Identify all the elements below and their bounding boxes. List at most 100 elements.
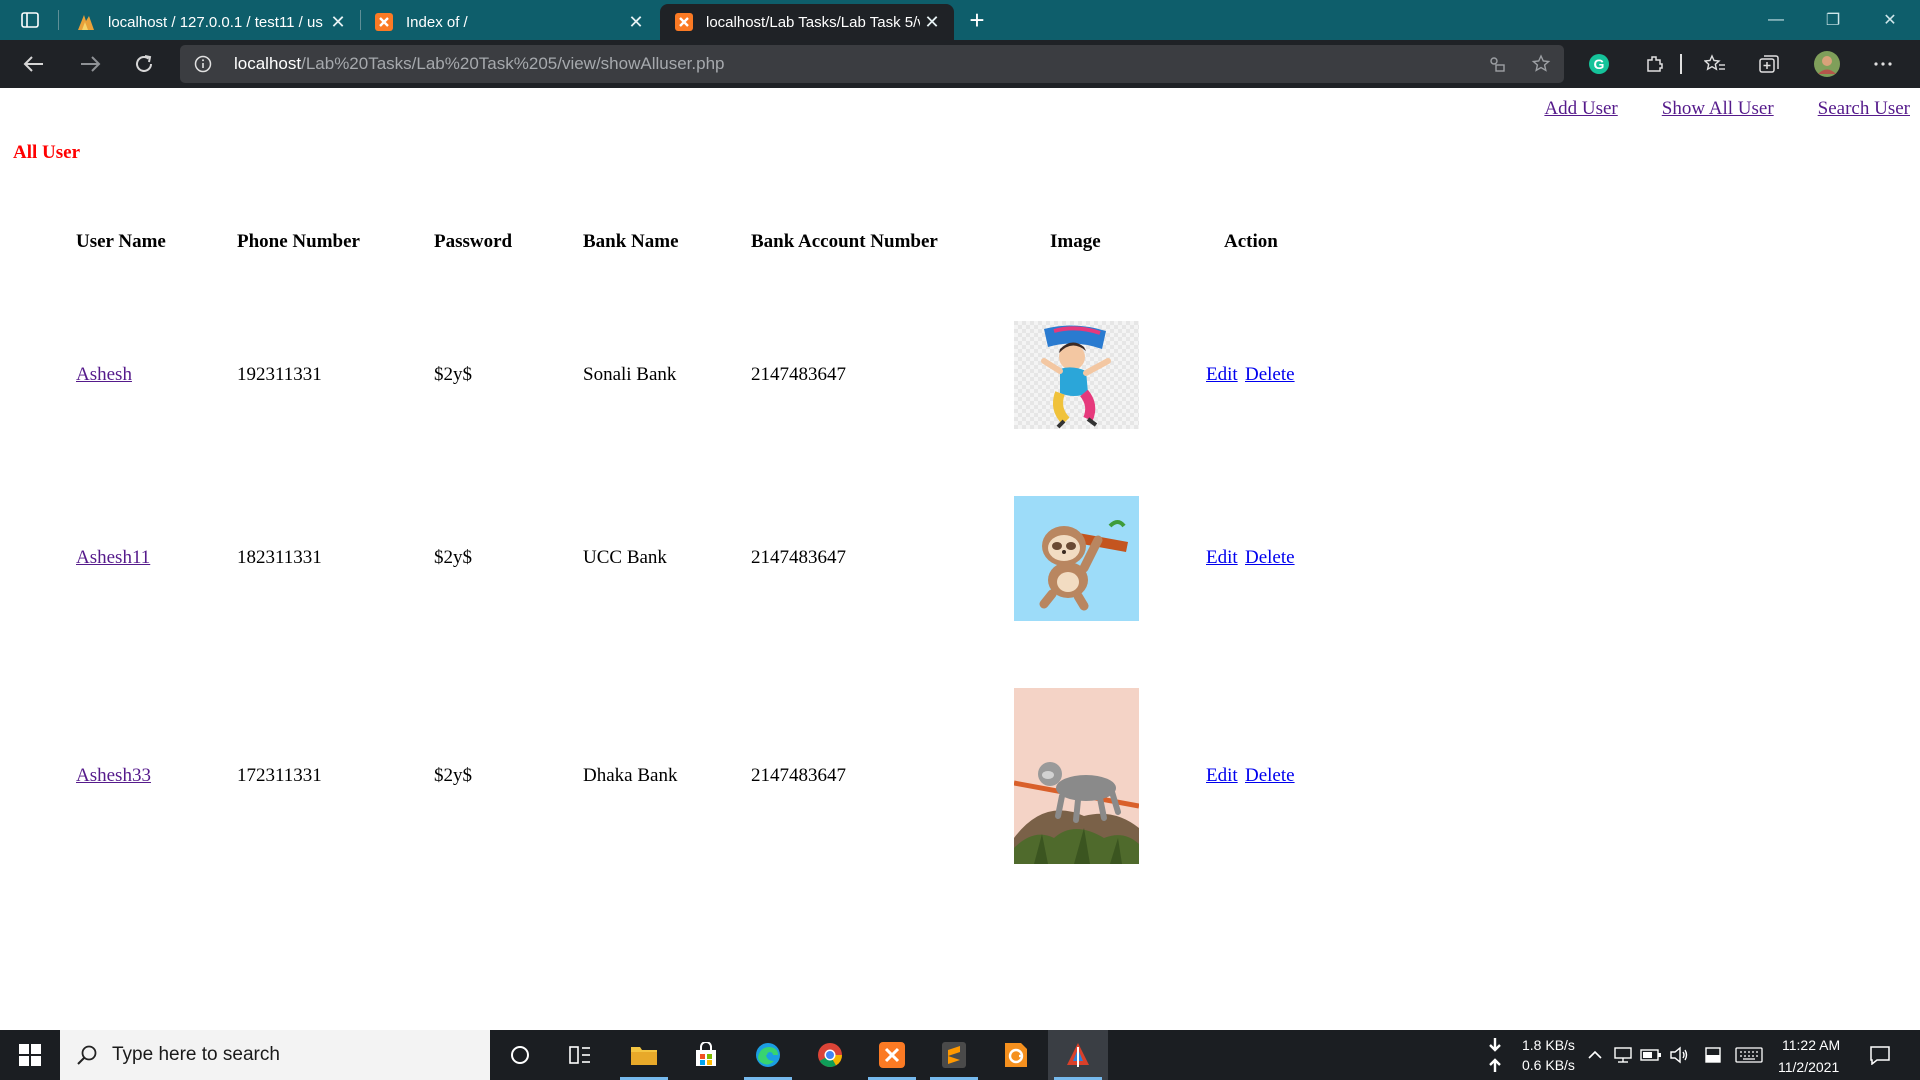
edit-link[interactable]: Edit [1206, 547, 1238, 569]
add-user-link[interactable]: Add User [1544, 98, 1617, 120]
close-window-button[interactable]: ✕ [1862, 0, 1918, 40]
sublime-text-icon [942, 1042, 966, 1068]
reading-view-icon[interactable] [1486, 54, 1508, 74]
network-icon[interactable] [1612, 1045, 1634, 1065]
edge-button[interactable] [738, 1030, 798, 1080]
column-header-account-number: Bank Account Number [751, 231, 938, 252]
collections-icon[interactable] [1756, 52, 1782, 76]
user-name-link[interactable]: Ashesh33 [76, 765, 151, 787]
pdf-app-icon [1005, 1043, 1027, 1067]
favorites-icon[interactable] [1702, 52, 1728, 76]
top-navigation: Add User Show All User Search User [1500, 98, 1910, 120]
bank-name-cell: Sonali Bank [583, 364, 677, 385]
column-header-user-name: User Name [76, 231, 166, 252]
svg-text:G: G [1594, 56, 1605, 72]
refresh-icon [136, 55, 152, 72]
phpmyadmin-icon [76, 12, 96, 32]
browser-toolbar: localhost/Lab%20Tasks/Lab%20Task%205/vie… [0, 40, 1920, 88]
bank-name-cell: Dhaka Bank [583, 765, 678, 786]
toolbar-divider [1678, 52, 1684, 76]
tab-phpmyadmin[interactable]: localhost / 127.0.0.1 / test11 / us ✕ [62, 4, 360, 40]
task-view-button[interactable] [550, 1030, 610, 1080]
close-tab-icon[interactable]: ✕ [326, 10, 350, 34]
add-favorite-icon[interactable] [1530, 54, 1552, 74]
column-header-bank-name: Bank Name [583, 231, 679, 252]
chrome-button[interactable] [800, 1030, 860, 1080]
column-header-phone: Phone Number [237, 231, 360, 252]
battery-icon[interactable] [1640, 1045, 1662, 1065]
notification-center-icon[interactable] [1868, 1045, 1892, 1065]
forward-button[interactable] [72, 48, 108, 80]
search-user-link[interactable]: Search User [1818, 98, 1910, 120]
start-button[interactable] [0, 1030, 60, 1080]
volume-icon[interactable] [1668, 1045, 1690, 1065]
download-speed: 1.8 KB/s [1522, 1037, 1575, 1053]
close-tab-icon[interactable]: ✕ [624, 10, 648, 34]
phone-number-cell: 192311331 [237, 364, 322, 385]
pdf-app-button[interactable] [986, 1030, 1046, 1080]
edge-icon [756, 1043, 780, 1067]
chrome-icon [818, 1043, 842, 1068]
xampp-control-button[interactable] [862, 1030, 922, 1080]
password-cell: $2y$ [434, 765, 472, 786]
browser-tab-bar: localhost / 127.0.0.1 / test11 / us ✕ In… [0, 0, 1920, 40]
tab-separator [58, 10, 59, 30]
minimize-button[interactable]: — [1748, 0, 1804, 40]
password-cell: $2y$ [434, 547, 472, 568]
search-placeholder: Type here to search [112, 1044, 280, 1065]
column-header-image: Image [1050, 231, 1101, 252]
phone-number-cell: 172311331 [237, 765, 322, 786]
new-tab-button[interactable]: + [960, 5, 994, 35]
store-icon [696, 1042, 716, 1066]
notes-app-icon[interactable] [1702, 1045, 1724, 1065]
site-info-icon[interactable] [194, 55, 212, 73]
sublime-text-button[interactable] [924, 1030, 984, 1080]
more-options-icon[interactable] [1870, 52, 1896, 76]
search-icon [77, 1045, 97, 1065]
profile-avatar[interactable] [1812, 51, 1842, 77]
url-text: localhost/Lab%20Tasks/Lab%20Task%205/vie… [234, 54, 725, 73]
cartoon-sloth-hanging-image [1014, 496, 1139, 621]
file-explorer-button[interactable] [614, 1030, 674, 1080]
refresh-button[interactable] [126, 48, 162, 80]
edit-link[interactable]: Edit [1206, 765, 1238, 787]
delete-link[interactable]: Delete [1245, 547, 1295, 569]
tab-title: localhost/Lab Tasks/Lab Task 5/v [706, 13, 920, 31]
keyboard-icon[interactable] [1734, 1045, 1764, 1065]
xampp-icon [879, 1042, 905, 1068]
cortana-button[interactable] [490, 1030, 550, 1080]
microsoft-store-button[interactable] [676, 1030, 736, 1080]
forward-arrow-icon [81, 56, 101, 72]
xampp-icon [374, 12, 394, 32]
windows-logo-icon [19, 1044, 41, 1066]
close-tab-icon[interactable]: ✕ [920, 10, 944, 34]
column-header-password: Password [434, 231, 513, 252]
user-name-link[interactable]: Ashesh [76, 364, 132, 386]
address-bar[interactable]: localhost/Lab%20Tasks/Lab%20Task%205/vie… [180, 45, 1564, 83]
edit-link[interactable]: Edit [1206, 364, 1238, 386]
show-all-user-link[interactable]: Show All User [1662, 98, 1774, 120]
account-number-cell: 2147483647 [751, 547, 846, 568]
tab-actions-icon[interactable] [14, 8, 46, 32]
delete-link[interactable]: Delete [1245, 765, 1295, 787]
restore-button[interactable]: ❐ [1805, 0, 1861, 40]
tab-title: localhost / 127.0.0.1 / test11 / us [108, 13, 323, 31]
upload-speed: 0.6 KB/s [1522, 1057, 1575, 1073]
tab-show-all-user[interactable]: localhost/Lab Tasks/Lab Task 5/v ✕ [660, 4, 954, 40]
user-name-link[interactable]: Ashesh11 [76, 547, 150, 569]
show-hidden-icons-chevron-icon[interactable] [1584, 1045, 1606, 1065]
delete-link[interactable]: Delete [1245, 364, 1295, 386]
grammarly-extension-icon[interactable]: G [1586, 52, 1612, 76]
tab-title: Index of / [406, 13, 468, 31]
tab-index-of[interactable]: Index of / ✕ [360, 4, 658, 40]
password-cell: $2y$ [434, 364, 472, 385]
phone-number-cell: 182311331 [237, 547, 322, 568]
clock-time[interactable]: 11:22 AM [1782, 1037, 1840, 1053]
clock-date[interactable]: 11/2/2021 [1778, 1059, 1839, 1075]
taskbar-search-box[interactable]: Type here to search [60, 1030, 490, 1080]
active-app-button[interactable] [1048, 1030, 1108, 1080]
network-speed-arrows-icon [1484, 1036, 1506, 1074]
back-button[interactable] [16, 48, 52, 80]
account-number-cell: 2147483647 [751, 364, 846, 385]
extensions-icon[interactable] [1642, 52, 1668, 76]
